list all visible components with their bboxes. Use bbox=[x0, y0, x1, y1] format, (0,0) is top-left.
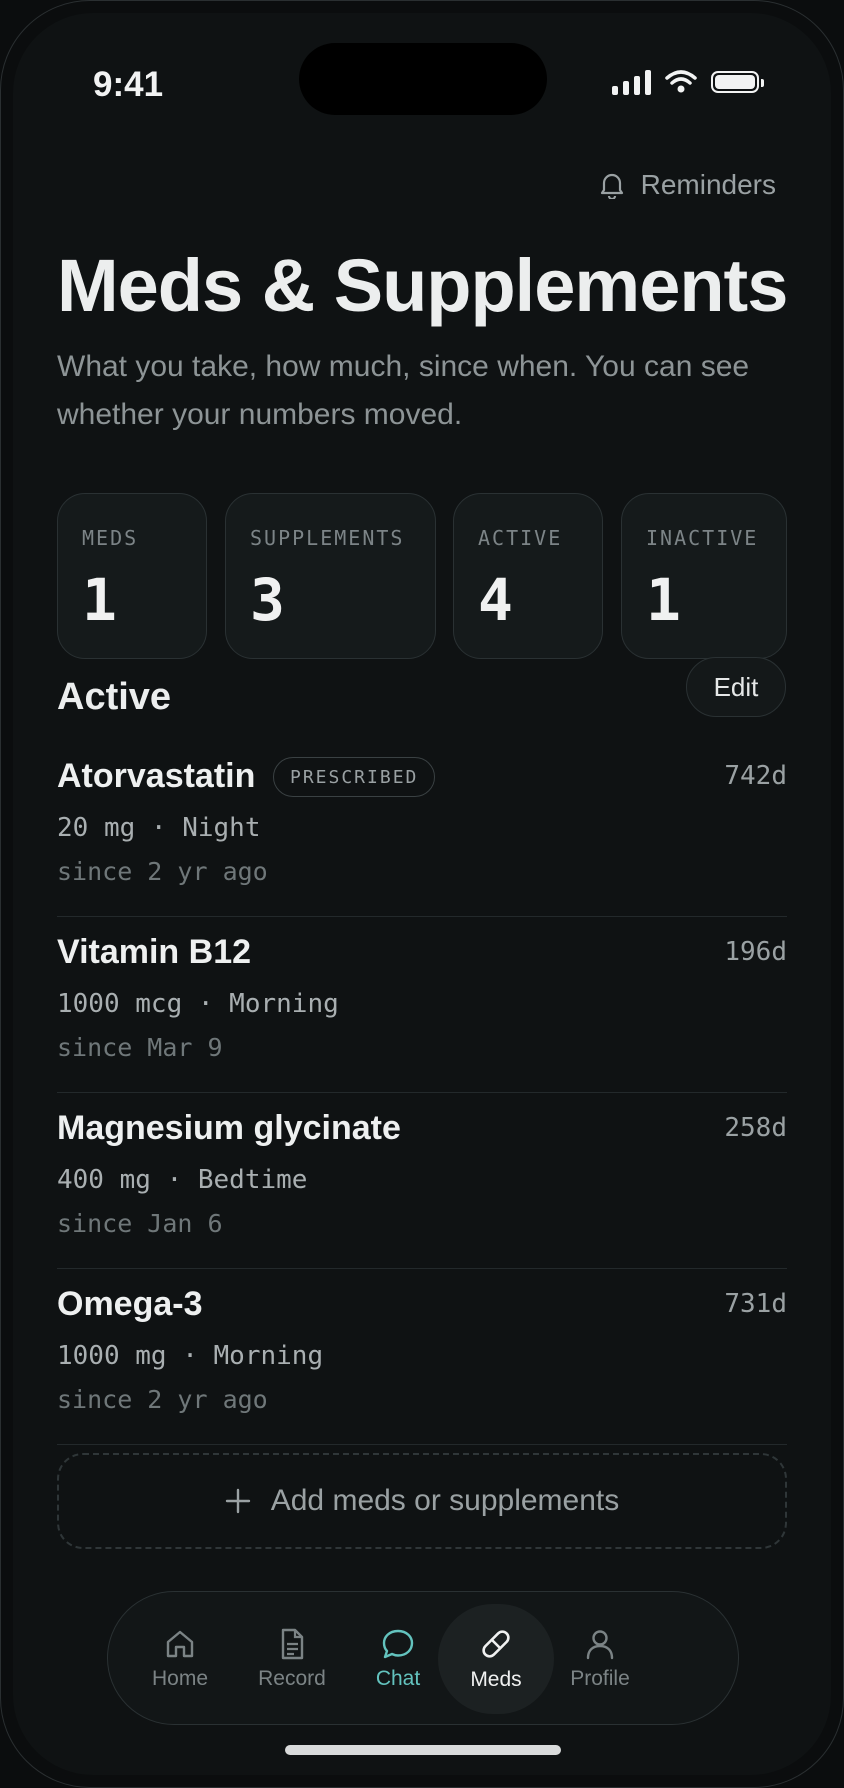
stat-card-inactive[interactable]: INACTIVE 1 bbox=[621, 493, 787, 659]
add-meds-label: Add meds or supplements bbox=[270, 1484, 620, 1517]
stat-label: MEDS bbox=[82, 526, 139, 550]
prescribed-badge: PRESCRIBED bbox=[273, 757, 436, 797]
item-dose: 1000 mcg · Morning bbox=[57, 989, 339, 1019]
page-title: Meds & Supplements bbox=[57, 244, 788, 327]
tab-label: Profile bbox=[570, 1667, 630, 1690]
tab-label: Home bbox=[151, 1667, 209, 1690]
list-item[interactable]: Vitamin B12 196d 1000 mcg · Morning sinc… bbox=[57, 917, 787, 1093]
item-since: since 2 yr ago bbox=[57, 1385, 268, 1414]
phone-frame: 9:41 Reminders Meds & Supplements What y… bbox=[0, 0, 844, 1788]
tab-label: Record bbox=[258, 1667, 326, 1690]
pill-icon bbox=[482, 1630, 510, 1658]
stat-value: 1 bbox=[646, 566, 681, 634]
item-days: 742d bbox=[724, 761, 787, 791]
tab-record[interactable]: Record bbox=[234, 1604, 350, 1714]
tab-bar: Home Record Chat Meds Profile bbox=[107, 1591, 739, 1725]
stat-label: INACTIVE bbox=[646, 526, 759, 550]
page-subtitle: What you take, how much, since when. You… bbox=[57, 350, 750, 431]
item-since: since Jan 6 bbox=[57, 1209, 223, 1238]
item-since: since Mar 9 bbox=[57, 1033, 223, 1062]
tab-label: Meds bbox=[470, 1668, 522, 1691]
status-time: 9:41 bbox=[93, 65, 164, 104]
item-dose: 20 mg · Night bbox=[57, 813, 261, 843]
tab-meds[interactable]: Meds bbox=[438, 1604, 554, 1714]
battery-icon bbox=[711, 71, 764, 93]
stat-card-active[interactable]: ACTIVE 4 bbox=[453, 493, 603, 659]
stat-label: ACTIVE bbox=[478, 526, 563, 550]
bell-icon bbox=[600, 173, 623, 199]
home-indicator bbox=[285, 1745, 561, 1755]
stat-card-meds[interactable]: MEDS 1 bbox=[57, 493, 207, 659]
active-list: Atorvastatin PRESCRIBED 742d 20 mg · Nig… bbox=[57, 741, 787, 1445]
item-since: since 2 yr ago bbox=[57, 857, 268, 886]
edit-button[interactable]: Edit bbox=[686, 657, 786, 717]
stat-card-supplements[interactable]: SUPPLEMENTS 3 bbox=[225, 493, 436, 659]
plus-icon bbox=[225, 1488, 250, 1514]
stat-label: SUPPLEMENTS bbox=[250, 526, 405, 550]
list-item[interactable]: Omega-3 731d 1000 mg · Morning since 2 y… bbox=[57, 1269, 787, 1445]
item-name: Omega-3 bbox=[57, 1285, 203, 1323]
cellular-signal-icon bbox=[612, 69, 651, 95]
tab-profile[interactable]: Profile bbox=[542, 1604, 658, 1714]
stat-value: 3 bbox=[250, 566, 285, 634]
item-days: 731d bbox=[724, 1289, 787, 1319]
item-days: 258d bbox=[724, 1113, 787, 1143]
wifi-icon bbox=[665, 70, 697, 93]
document-icon bbox=[281, 1628, 304, 1660]
list-item[interactable]: Atorvastatin PRESCRIBED 742d 20 mg · Nig… bbox=[57, 741, 787, 917]
chat-bubble-icon bbox=[382, 1629, 414, 1659]
item-dose: 400 mg · Bedtime bbox=[57, 1165, 308, 1195]
item-days: 196d bbox=[724, 937, 787, 967]
person-icon bbox=[586, 1630, 614, 1660]
item-name: Atorvastatin bbox=[57, 757, 256, 795]
dynamic-island bbox=[299, 43, 547, 115]
tab-home[interactable]: Home bbox=[122, 1604, 238, 1714]
home-icon bbox=[166, 1630, 194, 1658]
list-item[interactable]: Magnesium glycinate 258d 400 mg · Bedtim… bbox=[57, 1093, 787, 1269]
active-section-title: Active bbox=[57, 676, 172, 718]
add-meds-button[interactable]: Add meds or supplements bbox=[57, 1453, 787, 1549]
stat-value: 4 bbox=[478, 566, 513, 634]
item-dose: 1000 mg · Morning bbox=[57, 1341, 324, 1371]
status-icons bbox=[612, 69, 764, 95]
tab-label: Chat bbox=[375, 1667, 421, 1690]
screen: 9:41 Reminders Meds & Supplements What y… bbox=[13, 13, 831, 1775]
stat-value: 1 bbox=[82, 566, 117, 634]
item-name: Vitamin B12 bbox=[57, 933, 252, 971]
reminders-label: Reminders bbox=[640, 169, 776, 200]
item-name: Magnesium glycinate bbox=[57, 1109, 401, 1147]
reminders-button[interactable]: Reminders bbox=[599, 169, 776, 201]
